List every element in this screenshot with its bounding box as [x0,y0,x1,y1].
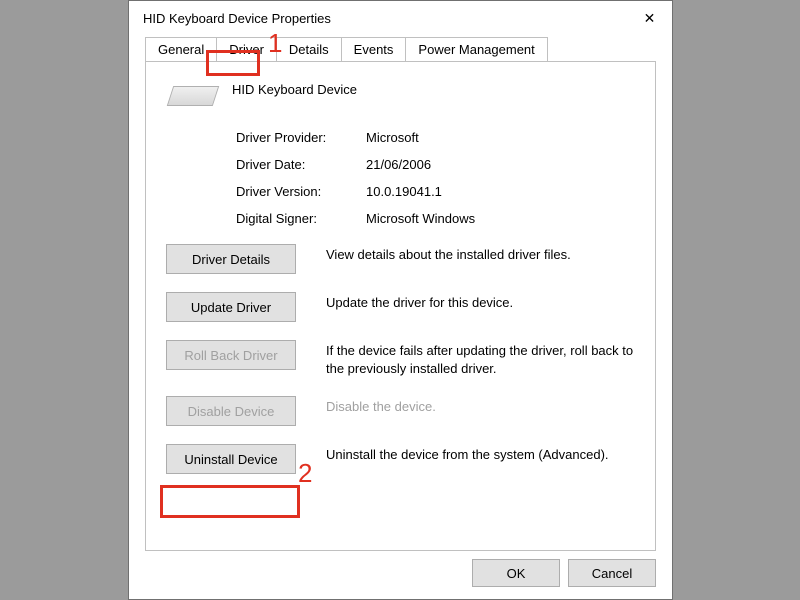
device-header: HID Keyboard Device [164,80,637,106]
driver-provider-value: Microsoft [366,130,419,145]
titlebar: HID Keyboard Device Properties ✕ [129,1,672,35]
driver-version-value: 10.0.19041.1 [366,184,442,199]
properties-dialog: HID Keyboard Device Properties ✕ General… [128,0,673,600]
driver-actions: Driver Details View details about the in… [164,244,637,474]
update-driver-desc: Update the driver for this device. [296,292,637,312]
tab-events[interactable]: Events [341,37,407,61]
tab-driver[interactable]: Driver [216,37,277,62]
roll-back-driver-button: Roll Back Driver [166,340,296,370]
ok-button[interactable]: OK [472,559,560,587]
digital-signer-label: Digital Signer: [236,211,366,226]
update-driver-button[interactable]: Update Driver [166,292,296,322]
roll-back-driver-desc: If the device fails after updating the d… [296,340,637,378]
driver-version-label: Driver Version: [236,184,366,199]
device-name: HID Keyboard Device [232,80,357,97]
driver-date-value: 21/06/2006 [366,157,431,172]
close-button[interactable]: ✕ [627,1,672,35]
tab-row: General Driver Details Events Power Mana… [129,35,672,61]
tab-power-management[interactable]: Power Management [405,37,547,61]
disable-device-button: Disable Device [166,396,296,426]
driver-details-desc: View details about the installed driver … [296,244,637,264]
tab-details[interactable]: Details [276,37,342,61]
driver-date-label: Driver Date: [236,157,366,172]
close-icon: ✕ [644,10,656,27]
cancel-button[interactable]: Cancel [568,559,656,587]
disable-device-desc: Disable the device. [296,396,637,416]
uninstall-device-desc: Uninstall the device from the system (Ad… [296,444,637,464]
keyboard-icon [167,86,219,106]
tab-general[interactable]: General [145,37,217,61]
driver-tab-panel: HID Keyboard Device Driver Provider: Mic… [145,61,656,551]
dialog-footer: OK Cancel [472,559,656,587]
digital-signer-value: Microsoft Windows [366,211,475,226]
driver-details-button[interactable]: Driver Details [166,244,296,274]
driver-provider-label: Driver Provider: [236,130,366,145]
window-title: HID Keyboard Device Properties [143,11,627,26]
uninstall-device-button[interactable]: Uninstall Device [166,444,296,474]
